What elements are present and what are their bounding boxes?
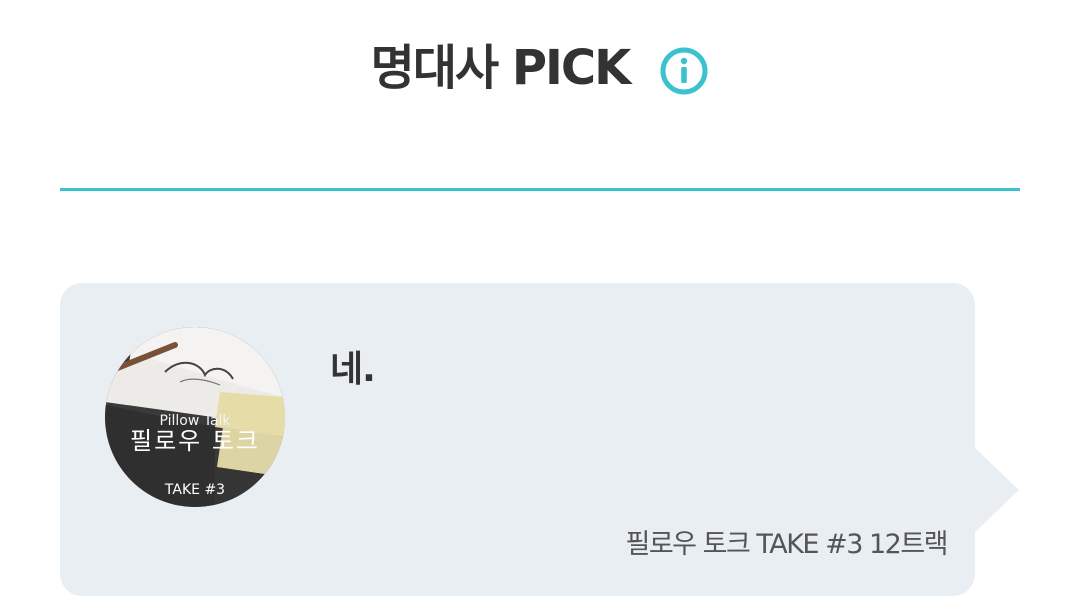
quote-card-tail xyxy=(973,446,1019,534)
album-take: TAKE #3 xyxy=(164,482,226,498)
album-cover[interactable]: Pillow Talk 필로우 토크 TAKE #3 xyxy=(105,327,285,507)
quote-source-link[interactable]: 필로우 토크 TAKE #3 12트랙 xyxy=(626,522,949,561)
page: 명대사 PICK Pillow Talk 필로우 토크 TAKE #3 네. 필… xyxy=(0,0,1080,616)
album-title: 필로우 토크 xyxy=(129,427,261,455)
quote-text: 네. xyxy=(330,349,376,390)
info-icon[interactable] xyxy=(659,46,709,96)
page-title: 명대사 PICK xyxy=(370,40,632,96)
section-divider xyxy=(60,188,1020,191)
header: 명대사 PICK xyxy=(0,28,1080,108)
